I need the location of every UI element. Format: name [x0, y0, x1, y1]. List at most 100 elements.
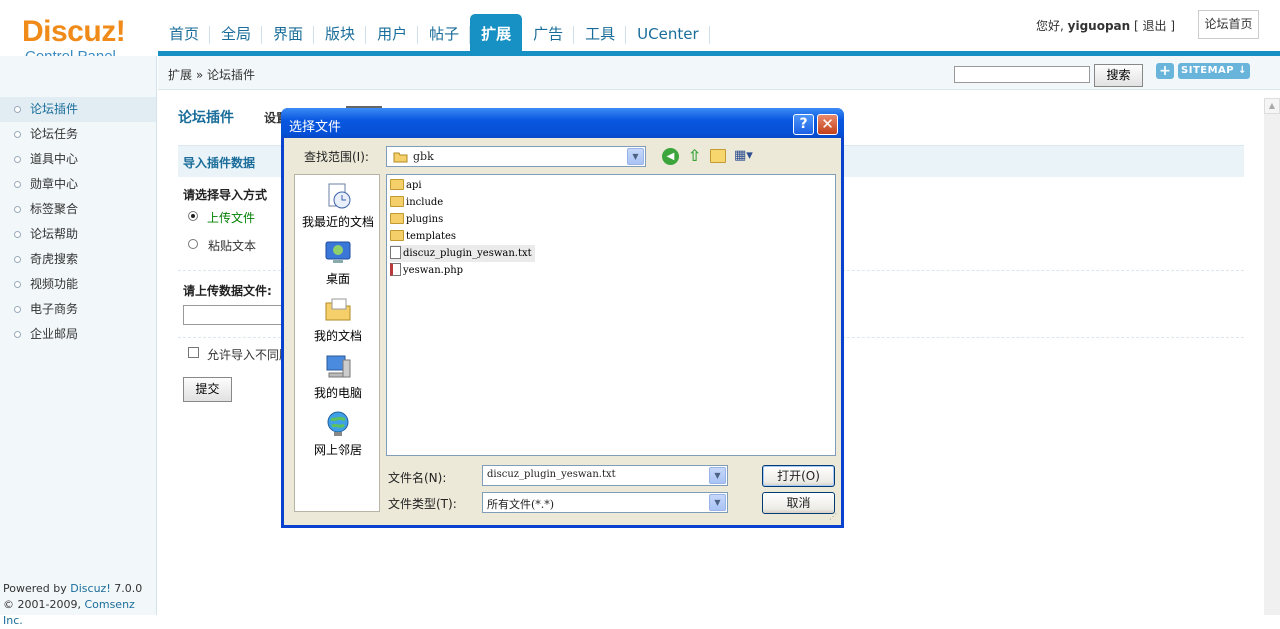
place-1[interactable]: 桌面 [295, 238, 381, 287]
file-open-dialog: 选择文件 ? ✕ 查找范围(I): gbk ▼ ◀ ⇧ ▦▾ 我最近的文档 桌面我… [281, 108, 844, 528]
file-name: api [406, 180, 422, 191]
search-button[interactable]: 搜索 [1094, 64, 1143, 87]
upload-file-input[interactable] [183, 305, 283, 325]
search-input[interactable] [954, 66, 1090, 83]
help-icon[interactable]: ? [793, 114, 814, 135]
dialog-titlebar[interactable]: 选择文件 ? ✕ [281, 108, 844, 138]
scroll-up-arrow-icon[interactable]: ▲ [1264, 98, 1280, 114]
forum-home-button[interactable]: 论坛首页 [1198, 10, 1259, 39]
allow-version-checkbox[interactable] [188, 347, 199, 358]
folder-icon [393, 152, 408, 163]
nav-tab-7[interactable]: 广告 [522, 14, 575, 52]
copyright-prefix: © 2001-2009, [3, 598, 85, 611]
place-2[interactable]: 我的文档 [295, 295, 381, 344]
chevron-down-icon[interactable]: ▼ [709, 467, 726, 484]
look-in-select[interactable]: gbk ▼ [386, 146, 646, 167]
place-4[interactable]: 网上邻居 [295, 409, 381, 458]
nav-tab-5[interactable]: 帖子 [418, 14, 471, 52]
sidebar-item-6[interactable]: 奇虎搜索 [0, 247, 156, 272]
sidebar-item-label: 电子商务 [30, 302, 79, 316]
resize-grip-icon[interactable]: ⋰ [829, 512, 839, 522]
nav-tab-8[interactable]: 工具 [574, 14, 627, 52]
page-title: 论坛插件 [178, 110, 234, 126]
filetype-label: 文件类型(T): [388, 497, 457, 511]
file-item[interactable]: templates [390, 228, 456, 245]
look-in-label: 查找范围(I): [304, 150, 369, 164]
folder-icon [390, 196, 404, 207]
file-item[interactable]: plugins [390, 211, 443, 228]
greeting: 您好, [1036, 19, 1064, 33]
bullet-icon [14, 106, 21, 113]
nav-tab-1[interactable]: 全局 [210, 14, 263, 52]
up-folder-icon[interactable]: ⇧ [686, 147, 703, 165]
file-name: yeswan.php [403, 265, 464, 276]
sidebar-item-3[interactable]: 勋章中心 [0, 172, 156, 197]
sidebar-item-0[interactable]: 论坛插件 [0, 97, 156, 122]
bullet-icon [14, 256, 21, 263]
nav-tab-0[interactable]: 首页 [158, 14, 211, 52]
radio-upload-file[interactable] [188, 211, 198, 221]
nav-tab-3[interactable]: 版块 [314, 14, 367, 52]
sidebar-item-label: 论坛插件 [30, 102, 79, 116]
user-info: 您好, yiguopan [ 退出 ] [1036, 17, 1175, 34]
sidebar-item-2[interactable]: 道具中心 [0, 147, 156, 172]
file-item[interactable]: include [390, 194, 443, 211]
chevron-down-icon[interactable]: ▼ [709, 494, 726, 511]
filename-input[interactable]: discuz_plugin_yeswan.txt ▼ [482, 465, 728, 486]
cancel-button[interactable]: 取消 [762, 492, 835, 514]
file-name: plugins [406, 214, 444, 225]
place-3[interactable]: 我的电脑 [295, 352, 381, 401]
sitemap-button[interactable]: SITEMAP ↓ [1178, 63, 1250, 79]
radio-upload-label[interactable]: 上传文件 [207, 209, 255, 226]
sidebar-item-4[interactable]: 标签聚合 [0, 197, 156, 222]
discuz-link[interactable]: Discuz! [70, 582, 110, 595]
upload-file-label: 请上传数据文件: [183, 284, 272, 298]
sidebar-item-label: 勋章中心 [30, 177, 79, 191]
sidebar-item-5[interactable]: 论坛帮助 [0, 222, 156, 247]
sidebar-item-1[interactable]: 论坛任务 [0, 122, 156, 147]
allow-version-label[interactable]: 允许导入不同版本 [207, 346, 282, 363]
file-list[interactable]: api include plugins templates discuz_plugin_… [386, 174, 836, 456]
sidebar: 论坛插件论坛任务 道具中心勋章中心标签聚合论坛帮助 奇虎搜索 视频功能电子商务企业邮局… [0, 56, 157, 627]
bullet-icon [14, 181, 21, 188]
sidebar-item-7[interactable]: 视频功能 [0, 272, 156, 297]
filetype-select[interactable]: 所有文件(*.*) ▼ [482, 492, 728, 513]
close-icon[interactable]: ✕ [817, 114, 838, 135]
scrollbar[interactable]: ▲ [1264, 98, 1280, 615]
new-folder-icon[interactable] [710, 149, 726, 163]
recent-docs-icon [328, 183, 351, 209]
bullet-icon [14, 331, 21, 338]
my-documents-icon [325, 298, 351, 321]
radio-paste-text[interactable] [188, 239, 198, 249]
back-icon[interactable]: ◀ [662, 148, 679, 165]
import-method-label: 请选择导入方式 [183, 188, 268, 202]
logout-link[interactable]: [ 退出 ] [1134, 19, 1175, 33]
sidebar-item-label: 标签聚合 [30, 202, 79, 216]
footer-credits: Powered by Discuz! 7.0.0 © 2001-2009, Co… [3, 581, 156, 629]
nav-tab-9[interactable]: UCenter [626, 14, 711, 52]
nav-tab-2[interactable]: 界面 [262, 14, 315, 52]
radio-paste-label[interactable]: 粘贴文本 [208, 237, 256, 254]
chevron-down-icon[interactable]: ▼ [627, 148, 644, 165]
plus-icon[interactable]: + [1156, 63, 1174, 79]
place-label: 桌面 [325, 272, 350, 286]
place-label: 我的文档 [313, 329, 362, 343]
file-name: discuz_plugin_yeswan.txt [403, 248, 532, 259]
dialog-title: 选择文件 [289, 120, 342, 135]
submit-button[interactable]: 提交 [183, 377, 232, 402]
filetype-value: 所有文件(*.*) [487, 498, 555, 511]
file-item[interactable]: yeswan.php [390, 262, 463, 279]
folder-icon [390, 179, 404, 190]
open-button[interactable]: 打开(O) [762, 465, 835, 487]
sidebar-item-9[interactable]: 企业邮局 [0, 322, 156, 347]
username: yiguopan [1067, 19, 1131, 33]
view-menu-icon[interactable]: ▦▾ [734, 148, 756, 164]
nav-tab-6[interactable]: 扩展 [470, 14, 523, 52]
file-name: templates [406, 231, 457, 242]
nav-tab-4[interactable]: 用户 [366, 14, 419, 52]
file-item[interactable]: api [390, 177, 422, 194]
file-item[interactable]: discuz_plugin_yeswan.txt [390, 245, 535, 262]
place-label: 我最近的文档 [301, 215, 374, 229]
place-0[interactable]: 我最近的文档 [295, 181, 381, 230]
sidebar-item-8[interactable]: 电子商务 [0, 297, 156, 322]
